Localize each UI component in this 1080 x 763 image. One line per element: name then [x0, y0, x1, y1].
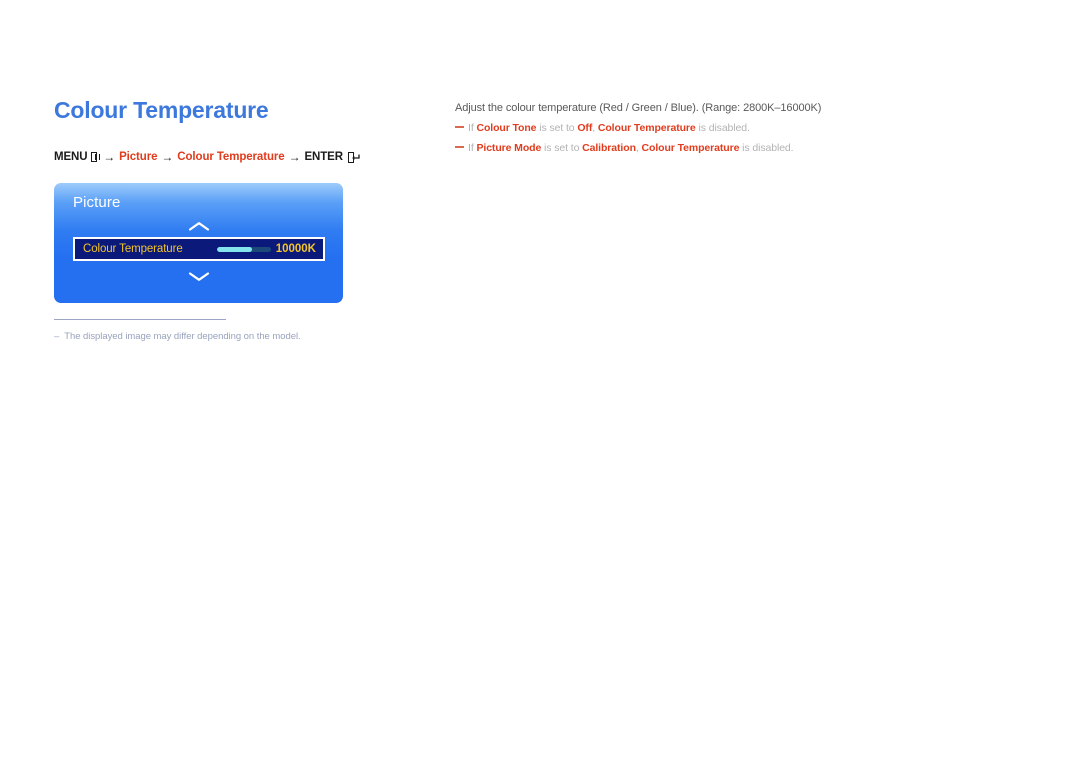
note-dash-icon	[455, 126, 464, 128]
osd-row-value: 10000K	[275, 243, 316, 255]
osd-panel-title: Picture	[73, 194, 121, 211]
note-dash-icon	[455, 146, 464, 148]
note-comma: ,	[592, 122, 596, 134]
footnote-block: ‒ The displayed image may differ dependi…	[54, 319, 354, 343]
chevron-down-icon[interactable]	[54, 269, 343, 287]
menu-label: MENU	[54, 151, 88, 163]
note-suffix: is disabled.	[698, 122, 750, 134]
osd-row-colour-temperature[interactable]: Colour Temperature 10000K	[73, 237, 325, 261]
note-prefix: If	[468, 122, 474, 134]
osd-row-control: 10000K	[216, 243, 316, 255]
note-prefix: If	[468, 142, 474, 154]
note-term-colour-tone: Colour Tone	[476, 122, 537, 134]
note-term-off: Off	[577, 122, 593, 134]
enter-return-icon	[347, 151, 360, 163]
breadcrumb-step-colour-temperature: Colour Temperature	[177, 151, 285, 163]
note-comma: ,	[635, 142, 639, 154]
left-column: Colour Temperature MENU → Picture → Colo…	[54, 96, 360, 164]
menu-grid-icon	[91, 152, 100, 162]
slider-fill	[216, 246, 253, 252]
breadcrumb-arrow-2: →	[161, 150, 174, 164]
page-title: Colour Temperature	[54, 97, 269, 123]
breadcrumb-arrow-3: →	[288, 150, 301, 164]
osd-panel: Picture Colour Temperature 10000K	[54, 183, 343, 303]
breadcrumb: MENU → Picture → Colour Temperature → EN…	[54, 150, 360, 164]
note-suffix: is disabled.	[742, 142, 794, 154]
footnote-dash: ‒	[54, 331, 60, 342]
osd-row-label: Colour Temperature	[83, 243, 183, 255]
note-term-calibration: Calibration	[582, 142, 636, 154]
note-term-picture-mode: Picture Mode	[476, 142, 542, 154]
footnote-divider	[54, 319, 226, 320]
right-column: Adjust the colour temperature (Red / Gre…	[455, 100, 855, 156]
note-row-colour-tone: If Colour Tone is set to Off, Colour Tem…	[455, 120, 855, 136]
colour-temperature-slider[interactable]	[216, 246, 271, 252]
breadcrumb-step-picture: Picture	[119, 151, 158, 163]
document-page: Colour Temperature MENU → Picture → Colo…	[0, 0, 1080, 763]
note-mid: is set to	[544, 142, 580, 154]
note-term-colour-temperature: Colour Temperature	[641, 142, 740, 154]
enter-label: ENTER	[304, 151, 343, 163]
note-row-picture-mode: If Picture Mode is set to Calibration, C…	[455, 140, 855, 156]
footnote: ‒ The displayed image may differ dependi…	[54, 330, 354, 343]
description-text: Adjust the colour temperature (Red / Gre…	[455, 102, 822, 114]
chevron-up-icon[interactable]	[54, 219, 343, 237]
note-mid: is set to	[539, 122, 575, 134]
note-term-colour-temperature: Colour Temperature	[597, 122, 696, 134]
footnote-text: The displayed image may differ depending…	[64, 331, 301, 342]
breadcrumb-arrow-1: →	[103, 150, 116, 164]
